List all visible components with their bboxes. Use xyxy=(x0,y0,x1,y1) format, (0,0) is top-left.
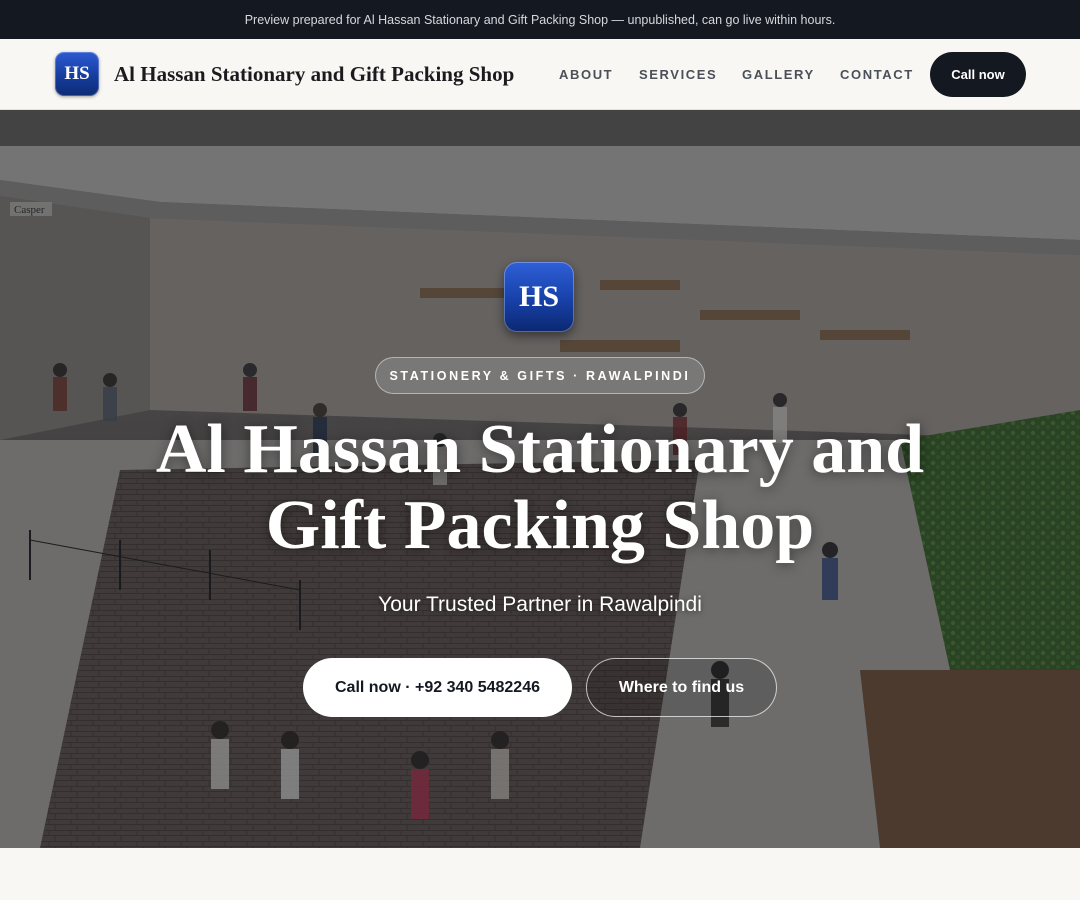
nav-link-about[interactable]: ABOUT xyxy=(559,67,613,82)
hero-title-line-2: Gift Packing Shop xyxy=(265,487,815,564)
where-to-find-us-button[interactable]: Where to find us xyxy=(586,658,777,717)
hero-title: Al Hassan Stationary and Gift Packing Sh… xyxy=(140,412,940,564)
preview-banner: Preview prepared for Al Hassan Stationar… xyxy=(0,0,1080,39)
hero-eyebrow-pill: STATIONERY & GIFTS · RAWALPINDI xyxy=(375,357,705,394)
nav-link-contact[interactable]: CONTACT xyxy=(840,67,914,82)
hero-section: Casper HS STATIONERY & GIFTS · RAWALPIND… xyxy=(0,110,1080,848)
hero-title-line-1: Al Hassan Stationary and xyxy=(155,411,925,488)
brand-name[interactable]: Al Hassan Stationary and Gift Packing Sh… xyxy=(114,62,514,87)
next-section-start xyxy=(0,848,1080,900)
call-now-phone-button[interactable]: Call now · +92 340 5482246 xyxy=(303,658,572,717)
call-now-nav-button[interactable]: Call now xyxy=(930,52,1026,97)
hero-logo-badge: HS xyxy=(504,262,574,332)
top-navigation: HS Al Hassan Stationary and Gift Packing… xyxy=(0,39,1080,110)
preview-banner-text: Preview prepared for Al Hassan Stationar… xyxy=(244,12,836,27)
nav-link-services[interactable]: SERVICES xyxy=(639,67,717,82)
logo-badge[interactable]: HS xyxy=(55,52,99,96)
nav-link-gallery[interactable]: GALLERY xyxy=(742,67,815,82)
hero-subtitle: Your Trusted Partner in Rawalpindi xyxy=(378,593,702,616)
